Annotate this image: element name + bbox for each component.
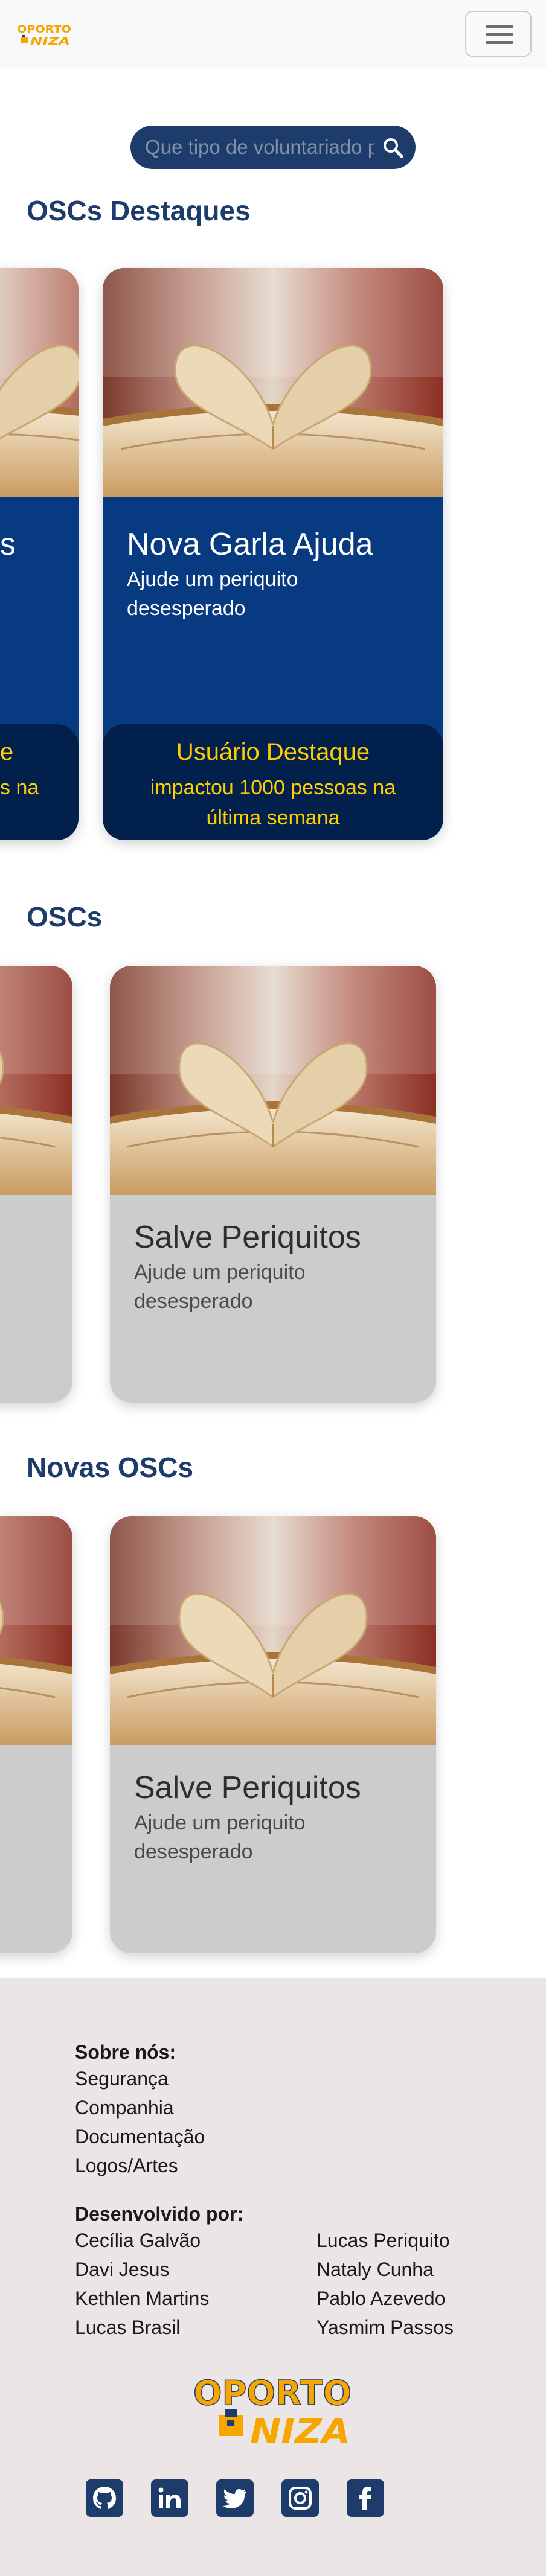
developer-name: Cecília Galvão	[75, 2230, 201, 2251]
developer-name: Lucas Periquito	[316, 2230, 450, 2251]
footer-link-logos[interactable]: Logos/Artes	[75, 2155, 178, 2177]
new-osc-card[interactable]: Salve Periquitos Ajude um periquito dese…	[110, 1516, 436, 1953]
card-title-partial: s	[0, 527, 16, 562]
search-icon[interactable]	[382, 136, 405, 159]
oportoniza-logo[interactable]: OPORTO NIZA	[17, 22, 72, 47]
footer-logo-line2: NIZA	[250, 2412, 350, 2448]
section-title-oscs: OSCs	[27, 901, 103, 933]
card-description: Ajude um periquito desesperado	[134, 1261, 306, 1313]
featured-osc-card-partial[interactable]: s e s na	[0, 268, 79, 840]
footer-logo-ship-icon	[219, 2409, 243, 2436]
page: OPORTO NIZA OSCs Destaques s e s na	[0, 0, 546, 2576]
featured-osc-card[interactable]: Nova Garla Ajuda Ajude um periquito dese…	[103, 268, 443, 840]
hamburger-menu-button[interactable]	[465, 11, 532, 57]
footer-link-company[interactable]: Companhia	[75, 2097, 174, 2119]
new-osc-card-partial[interactable]	[0, 1516, 72, 1953]
section-title-new-oscs: Novas OSCs	[27, 1452, 194, 1483]
highlight-badge: Usuário Destaque impactou 1000 pessoas n…	[103, 724, 443, 840]
card-title: Nova Garla Ajuda	[127, 527, 373, 562]
footer-logo-line1: OPORTO	[193, 2374, 352, 2413]
hamburger-bar	[486, 33, 513, 36]
footer-link-documentation[interactable]: Documentação	[75, 2126, 205, 2148]
osc-card-partial[interactable]	[0, 966, 72, 1403]
badge-title: Usuário Destaque	[176, 739, 370, 765]
card-image	[0, 268, 79, 497]
developer-name: Nataly Cunha	[316, 2259, 434, 2280]
badge-title-partial: e	[0, 739, 14, 765]
developer-name: Yasmim Passos	[316, 2316, 454, 2338]
hamburger-menu-icon	[486, 25, 513, 28]
card-description: Ajude um periquito desesperado	[134, 1811, 306, 1863]
card-image	[0, 966, 72, 1195]
badge-text: impactou 1000 pessoas na última semana	[150, 776, 396, 829]
footer-link-security[interactable]: Segurança	[75, 2068, 169, 2090]
logo-ship-mark	[21, 37, 28, 43]
developers-heading: Desenvolvido por:	[75, 2203, 244, 2225]
search-bar	[130, 126, 416, 169]
search-input[interactable]	[145, 134, 374, 161]
twitter-icon[interactable]	[216, 2479, 254, 2517]
linkedin-icon[interactable]	[151, 2479, 188, 2517]
about-heading: Sobre nós:	[75, 2041, 176, 2063]
developer-name: Lucas Brasil	[75, 2316, 181, 2338]
github-icon[interactable]	[86, 2479, 123, 2517]
footer-oportoniza-logo: OPORTO NIZA	[193, 2373, 352, 2448]
card-image	[110, 1516, 436, 1745]
osc-card[interactable]: Salve Periquitos Ajude um periquito dese…	[110, 966, 436, 1403]
badge-partial: e s na	[0, 724, 79, 840]
card-image	[103, 268, 443, 497]
navbar: OPORTO NIZA	[0, 0, 546, 68]
facebook-icon[interactable]	[347, 2479, 384, 2517]
card-image	[110, 966, 436, 1195]
developer-name: Kethlen Martins	[75, 2287, 210, 2309]
card-title: Salve Periquitos	[134, 1770, 361, 1805]
logo-line1: OPORTO	[17, 24, 71, 36]
developer-name: Pablo Azevedo	[316, 2287, 446, 2309]
hamburger-bar	[486, 41, 513, 44]
badge-text-partial: s na	[0, 776, 39, 799]
section-title-featured: OSCs Destaques	[27, 195, 251, 226]
logo-line2: NIZA	[30, 36, 70, 47]
card-title: Salve Periquitos	[134, 1220, 361, 1255]
developer-name: Davi Jesus	[75, 2259, 170, 2280]
instagram-icon[interactable]	[281, 2479, 319, 2517]
card-image	[0, 1516, 72, 1745]
card-description: Ajude um periquito desesperado	[127, 568, 298, 620]
